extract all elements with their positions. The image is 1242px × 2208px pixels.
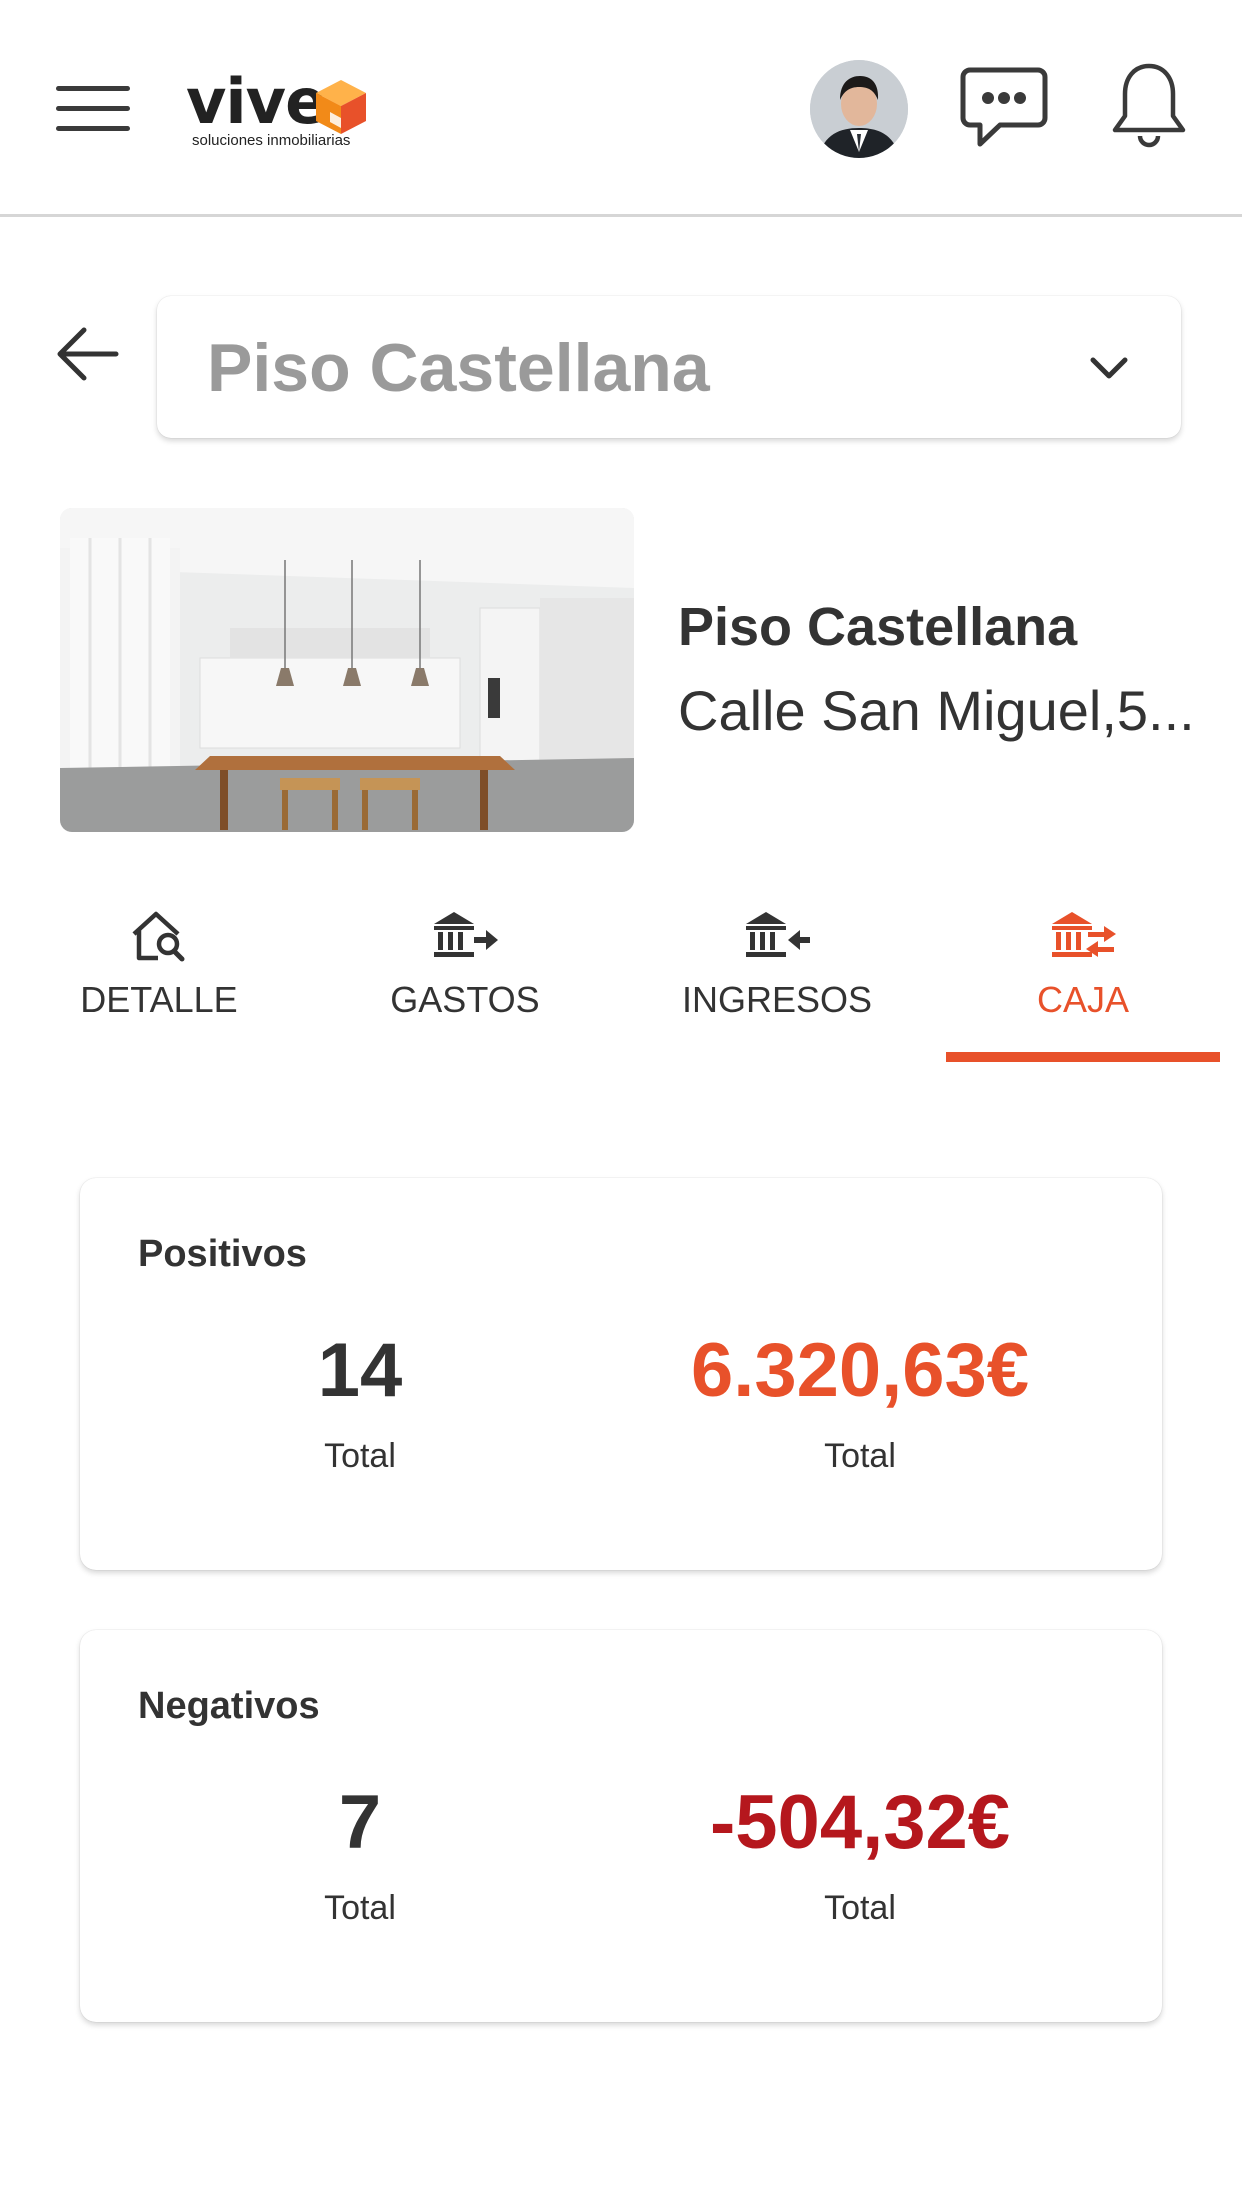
tab-caja-label: CAJA [1036,979,1130,1020]
negatives-count-stat: 7 Total [160,1780,560,1928]
positives-count: 14 [317,1328,403,1413]
menu-icon[interactable] [56,86,130,132]
logo-tagline: soluciones inmobiliarias [192,132,351,149]
positives-count-label: Total [324,1437,396,1475]
tab-gastos-label: GASTOS [390,979,540,1020]
logo-cube-icon [316,80,366,134]
property-address: Calle San Miguel,5... [678,679,1195,742]
avatar-portrait [810,60,908,158]
negatives-title: Negativos [138,1685,320,1727]
vive-logo: vive soluciones inmobiliarias [184,70,384,154]
tab-detalle-label: DETALLE [80,979,238,1020]
avatar[interactable] [810,60,908,158]
tab-caja[interactable]: CAJA [930,896,1236,1064]
tab-gastos[interactable]: GASTOS [312,896,618,1064]
app-header: vive soluciones inmobiliarias [0,0,1242,217]
property-select[interactable]: Piso Castellana [157,296,1181,438]
bell-icon[interactable] [1110,62,1188,152]
tab-ingresos[interactable]: INGRESOS [624,896,930,1064]
negatives-count-label: Total [324,1889,396,1927]
negatives-amount: -504,32€ [709,1780,1011,1865]
bank-out-icon [434,912,498,957]
chat-icon[interactable] [960,66,1048,150]
negatives-amount-label: Total [824,1889,896,1927]
active-tab-indicator [946,1052,1220,1062]
property-name: Piso Castellana [678,597,1078,657]
property-photo [60,508,634,832]
tab-detalle[interactable]: DETALLE [6,896,312,1064]
tab-ingresos-label: INGRESOS [681,979,873,1020]
negatives-count: 7 [338,1780,382,1865]
back-arrow-icon[interactable] [56,326,120,382]
positives-count-stat: 14 Total [160,1328,560,1476]
chevron-down-icon [1090,357,1128,379]
positives-title: Positivos [138,1233,307,1275]
positives-amount-stat: 6.320,63€ Total [640,1328,1080,1476]
house-search-icon [132,911,185,962]
property-select-value: Piso Castellana [207,330,710,406]
negatives-amount-stat: -504,32€ Total [640,1780,1080,1928]
positives-amount-label: Total [824,1437,896,1475]
positives-card: Positivos 14 Total 6.320,63€ Total [80,1178,1162,1570]
bank-in-icon [746,912,810,957]
bank-transfer-icon [1052,912,1116,957]
logo-wordmark: vive [186,65,327,138]
positives-amount: 6.320,63€ [690,1328,1030,1413]
negatives-card: Negativos 7 Total -504,32€ Total [80,1630,1162,2022]
